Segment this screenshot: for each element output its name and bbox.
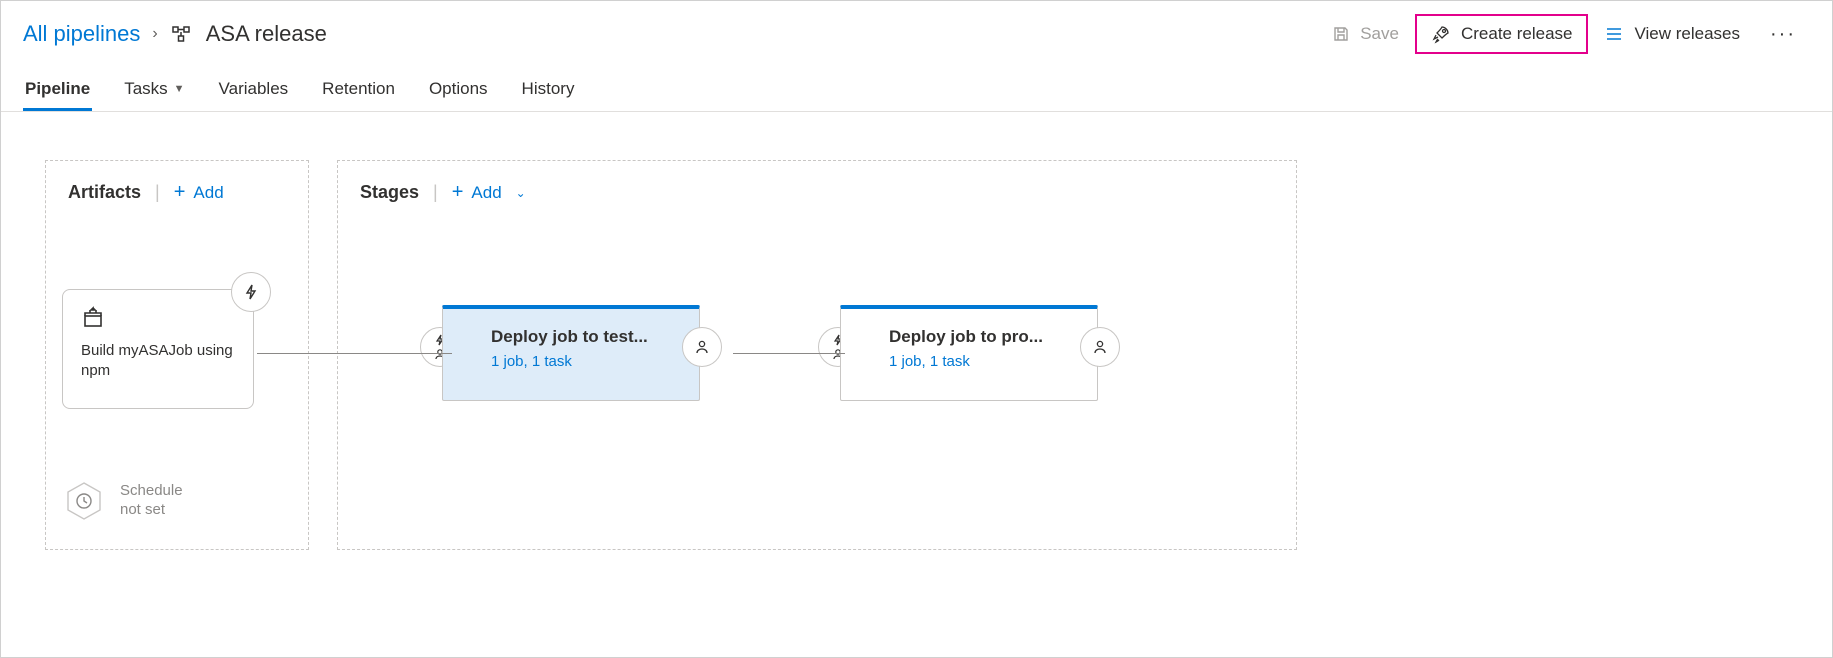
lightning-icon — [242, 283, 260, 301]
more-actions-button[interactable]: ··· — [1756, 23, 1810, 46]
clock-icon — [62, 479, 106, 523]
stage-title: Deploy job to pro... — [889, 327, 1085, 347]
person-icon — [1092, 339, 1108, 355]
tab-pipeline[interactable]: Pipeline — [23, 69, 92, 111]
artifact-card[interactable]: Build myASAJob using npm — [62, 289, 254, 409]
divider: | — [433, 182, 438, 203]
connector-line — [257, 353, 452, 354]
divider: | — [155, 182, 160, 203]
connector-line — [733, 353, 845, 354]
pipeline-canvas: Artifacts | + Add Build myASAJob using n… — [1, 112, 1832, 598]
tab-history[interactable]: History — [520, 69, 577, 111]
rocket-icon — [1431, 24, 1451, 44]
schedule-label: Schedulenot set — [120, 482, 183, 520]
stage-card-2[interactable]: Deploy job to pro... 1 job, 1 task — [840, 305, 1098, 401]
add-stage-button[interactable]: + Add ⌄ — [452, 181, 526, 204]
tab-retention[interactable]: Retention — [320, 69, 397, 111]
pipeline-icon — [170, 23, 192, 45]
schedule-status[interactable]: Schedulenot set — [62, 479, 183, 523]
artifact-name: Build myASAJob using npm — [81, 341, 235, 382]
post-deploy-conditions-button[interactable] — [682, 327, 722, 367]
package-icon — [81, 306, 235, 333]
plus-icon: + — [174, 181, 186, 204]
add-artifact-button[interactable]: + Add — [174, 181, 224, 204]
chevron-right-icon: › — [152, 25, 157, 43]
save-label: Save — [1360, 24, 1399, 44]
tab-variables[interactable]: Variables — [217, 69, 291, 111]
tabs: Pipeline Tasks▼ Variables Retention Opti… — [1, 69, 1832, 112]
stages-title: Stages — [360, 182, 419, 203]
list-icon — [1604, 24, 1624, 44]
save-icon — [1332, 25, 1350, 43]
breadcrumb-root-link[interactable]: All pipelines — [23, 21, 140, 47]
pipeline-title: ASA release — [206, 21, 327, 47]
tab-tasks[interactable]: Tasks▼ — [122, 69, 186, 111]
create-release-label: Create release — [1461, 24, 1573, 44]
plus-icon: + — [452, 181, 464, 204]
create-release-button[interactable]: Create release — [1415, 14, 1589, 54]
stage-tasks-link[interactable]: 1 job, 1 task — [889, 353, 1085, 370]
chevron-down-icon: ⌄ — [516, 186, 526, 200]
tab-options[interactable]: Options — [427, 69, 490, 111]
view-releases-label: View releases — [1634, 24, 1740, 44]
artifacts-title: Artifacts — [68, 182, 141, 203]
view-releases-button[interactable]: View releases — [1592, 14, 1752, 54]
chevron-down-icon: ▼ — [174, 83, 185, 95]
stages-panel: Stages | + Add ⌄ Deploy job to test... 1… — [337, 160, 1297, 550]
stage-tasks-link[interactable]: 1 job, 1 task — [491, 353, 687, 370]
stage-card-1[interactable]: Deploy job to test... 1 job, 1 task — [442, 305, 700, 401]
person-icon — [694, 339, 710, 355]
post-deploy-conditions-button[interactable] — [1080, 327, 1120, 367]
save-button: Save — [1320, 14, 1411, 54]
stage-title: Deploy job to test... — [491, 327, 687, 347]
artifact-trigger-button[interactable] — [231, 272, 271, 312]
header-actions: Save Create release View releases ··· — [1320, 14, 1810, 54]
breadcrumb: All pipelines › ASA release — [23, 21, 327, 47]
artifacts-panel: Artifacts | + Add Build myASAJob using n… — [45, 160, 309, 550]
